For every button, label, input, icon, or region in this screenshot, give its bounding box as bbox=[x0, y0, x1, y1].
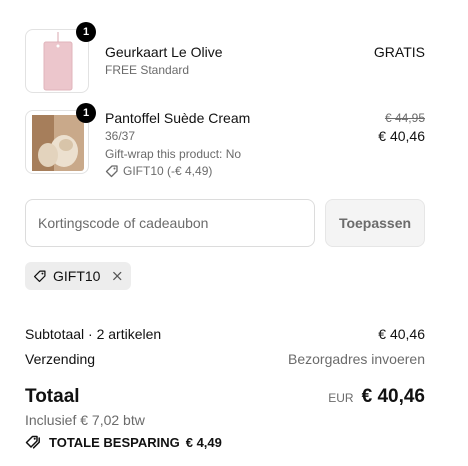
price-tags-icon bbox=[25, 435, 40, 449]
tag-icon bbox=[33, 270, 46, 283]
item-price: € 40,46 bbox=[378, 128, 425, 144]
savings-label: TOTALE BESPARING bbox=[49, 434, 180, 450]
item-name: Geurkaart Le Olive bbox=[105, 44, 223, 60]
item-note: Gift-wrap this product: No bbox=[105, 147, 242, 161]
item-discount: GIFT10 (-€ 4,49) bbox=[105, 164, 212, 178]
total-currency: EUR bbox=[328, 391, 354, 405]
item-variant: 36/37 bbox=[105, 129, 136, 143]
item-variant: FREE Standard bbox=[105, 63, 190, 77]
item-discount-text: GIFT10 (-€ 4,49) bbox=[123, 164, 213, 178]
total-amount: EUR € 40,46 bbox=[328, 386, 425, 408]
discount-code-input[interactable] bbox=[25, 199, 315, 247]
applied-code-label: GIFT10 bbox=[53, 268, 101, 284]
savings-value: € 4,49 bbox=[185, 434, 222, 450]
total-value: € 40,46 bbox=[361, 386, 425, 407]
close-icon[interactable] bbox=[112, 270, 123, 282]
product-thumbnail-scent-card: 1 bbox=[25, 22, 96, 93]
item-price: GRATIS bbox=[373, 44, 425, 60]
shipping-value: Bezorgadres invoeren bbox=[288, 351, 425, 367]
shipping-label: Verzending bbox=[25, 351, 96, 367]
total-label: Totaal bbox=[25, 386, 80, 407]
quantity-badge: 1 bbox=[76, 22, 96, 42]
subtotal-value: € 40,46 bbox=[378, 326, 425, 342]
product-thumbnail-slipper: 1 bbox=[25, 103, 96, 174]
applied-discount-chip: GIFT10 bbox=[25, 262, 131, 290]
tag-icon bbox=[105, 165, 118, 178]
subtotal-label: Subtotaal · 2 artikelen bbox=[25, 326, 162, 342]
item-name: Pantoffel Suède Cream bbox=[105, 110, 251, 126]
total-savings: TOTALE BESPARING € 4,49 bbox=[25, 434, 222, 450]
item-original-price: € 44,95 bbox=[384, 111, 425, 125]
tax-note: Inclusief € 7,02 btw bbox=[25, 412, 145, 428]
apply-discount-button[interactable]: Toepassen bbox=[325, 199, 425, 247]
quantity-badge: 1 bbox=[76, 103, 96, 123]
